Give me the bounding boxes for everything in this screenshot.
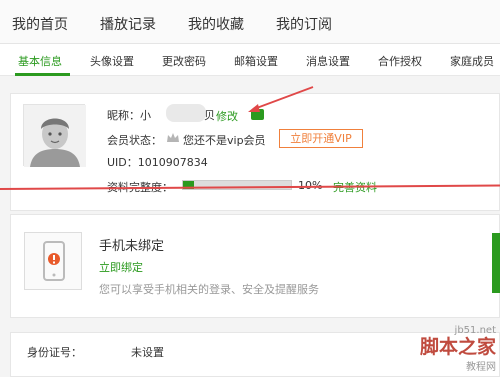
phone-binding-card: 手机未绑定 立即绑定 您可以享受手机相关的登录、安全及提醒服务	[10, 214, 500, 318]
watermark-domain: jb51.net	[454, 325, 496, 336]
phone-binding-description: 您可以享受手机相关的登录、安全及提醒服务	[99, 283, 319, 296]
phone-icon-box	[24, 232, 82, 290]
id-card-label: 身份证号：	[27, 346, 82, 359]
side-green-tab[interactable]	[492, 233, 500, 293]
watermark-subtitle: 教程网	[466, 362, 496, 373]
id-card-value: 未设置	[131, 346, 164, 359]
bind-phone-link[interactable]: 立即绑定	[99, 259, 143, 275]
phone-warning-icon	[43, 241, 65, 281]
phone-binding-title: 手机未绑定	[99, 239, 165, 254]
site-watermark: jb51.net 脚本之家 教程网	[420, 325, 496, 373]
watermark-brand: 脚本之家	[419, 336, 496, 358]
